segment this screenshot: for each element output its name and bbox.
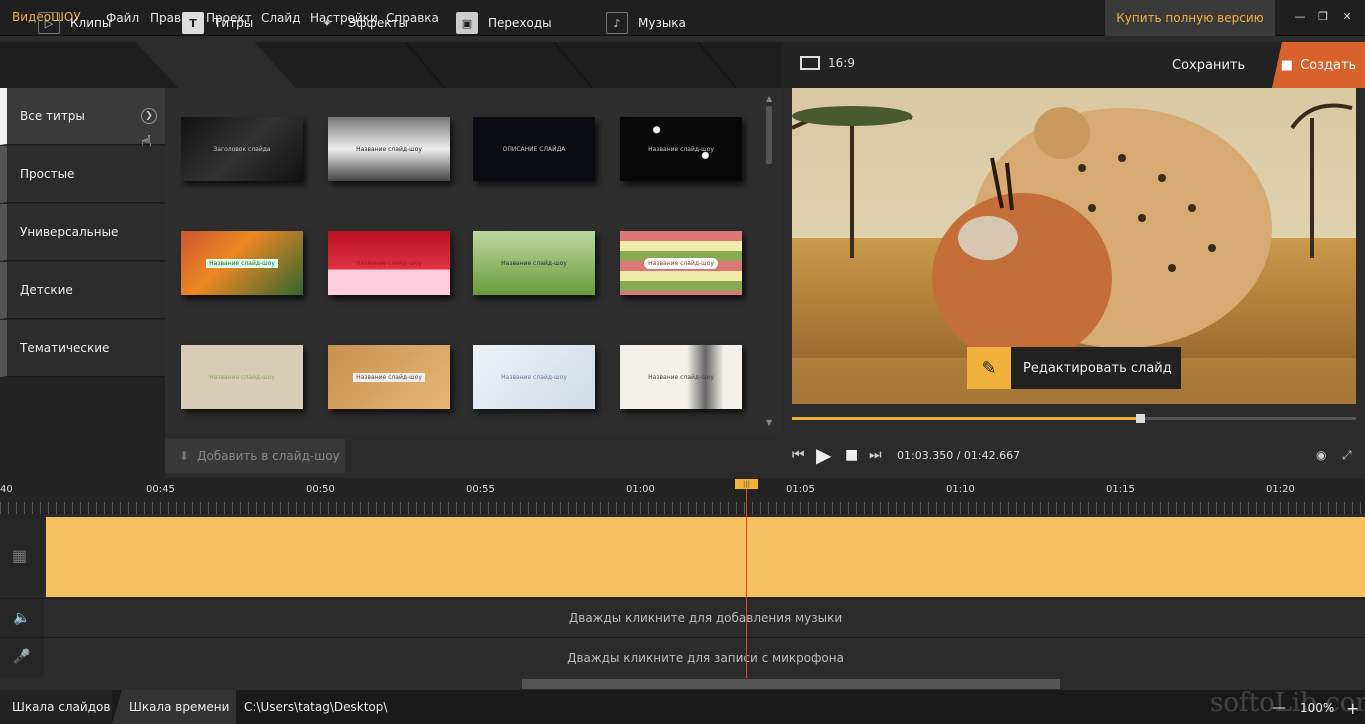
ruler-tick-label: 00:45 (146, 484, 175, 495)
tab-slide-track[interactable]: Шкала слайдов (0, 690, 112, 724)
ruler-tick-label: 01:00 (626, 484, 655, 495)
category-universal[interactable]: Универсальные (0, 204, 165, 261)
close-icon[interactable]: ✕ (1340, 10, 1354, 24)
video-track[interactable] (46, 517, 1365, 597)
ruler-tick-label: 01:10 (946, 484, 975, 495)
title-thumbnail[interactable]: Название слайд-шоу (181, 231, 303, 295)
menu-slide[interactable]: Слайд (261, 11, 301, 25)
microphone-icon: 🎤 (13, 649, 31, 665)
title-thumbnail[interactable]: Заголовок слайда (181, 117, 303, 181)
scroll-up-icon[interactable]: ▲ (766, 94, 772, 103)
camera-icon: ■ (1280, 57, 1294, 73)
category-kids[interactable]: Детские (0, 262, 165, 319)
tab-titles[interactable]: T Титры (182, 0, 253, 46)
fullscreen-icon[interactable]: ⤢ (1342, 448, 1352, 463)
next-icon[interactable]: ⏭ (869, 447, 882, 463)
previous-icon[interactable]: ⏮ (792, 447, 805, 463)
title-thumbnail[interactable]: ОПИСАНИЕ СЛАЙДА (473, 117, 595, 181)
gallery-scrollbar[interactable] (766, 106, 772, 164)
tab-effects[interactable]: ✦ Эффекты (316, 0, 408, 46)
ruler-tick-label: 00:55 (466, 484, 495, 495)
tab-music[interactable]: ♪ Музыка (606, 0, 686, 46)
mic-track-hint[interactable]: Дважды кликните для записи с микрофона (46, 651, 1365, 665)
play-icon[interactable]: ▶ (816, 443, 831, 467)
save-button[interactable]: Сохранить (1172, 42, 1245, 88)
title-thumbnail[interactable]: Название слайд-шоу (181, 345, 303, 409)
play-icon: ▷ (38, 12, 60, 34)
zoom-in-icon[interactable]: + (1346, 699, 1359, 718)
library-tabs (0, 42, 782, 88)
title-thumbnail[interactable]: Название слайд-шоу (473, 231, 595, 295)
buy-full-version-button[interactable]: Купить полную версию (1105, 0, 1275, 36)
title-thumbnail[interactable]: Название слайд-шоу (328, 231, 450, 295)
title-thumbnail[interactable]: Название слайд-шоу (473, 345, 595, 409)
project-path: C:\Users\tatag\Desktop\ (244, 700, 388, 714)
playback-progress-knob[interactable] (1136, 414, 1145, 423)
arrow-down-icon: ⬇ (179, 449, 190, 463)
pencil-icon: ✎ (967, 347, 1011, 389)
chevron-right-icon[interactable]: ❯ (141, 108, 157, 124)
aspect-ratio-selector[interactable]: 16:9 (800, 56, 855, 70)
category-all-titles[interactable]: Все титры ❯ ☝ (0, 88, 165, 153)
timecode: 01:03.350 / 01:42.667 (897, 449, 1021, 462)
tab-transitions[interactable]: ▣ Переходы (456, 0, 552, 46)
ruler-tick-label: 00:50 (306, 484, 335, 495)
stop-icon[interactable]: ■ (845, 447, 858, 463)
title-thumbnail[interactable]: Название слайд-шоу (328, 345, 450, 409)
music-track-hint[interactable]: Дважды кликните для добавления музыки (46, 611, 1365, 625)
track-divider (0, 598, 1365, 599)
playhead-line (746, 486, 747, 678)
create-button[interactable]: ■ Создать (1272, 42, 1365, 88)
text-icon: T (182, 12, 204, 34)
music-note-icon: ♪ (606, 12, 628, 34)
magic-wand-icon: ✦ (322, 16, 332, 30)
title-thumbnail[interactable]: Название слайд-шоу (620, 345, 742, 409)
title-thumbnail[interactable]: Название слайд-шоу (328, 117, 450, 181)
tab-clips[interactable]: ▷ Клипы (38, 0, 111, 46)
zoom-out-icon[interactable]: — (1272, 700, 1286, 716)
ruler-tick-label: 01:20 (1266, 484, 1295, 495)
add-to-slideshow-button[interactable]: ⬇ Добавить в слайд-шоу (165, 439, 345, 473)
track-divider (0, 637, 1365, 638)
ruler-tick-label: 40 (0, 484, 13, 495)
speaker-icon: 🔈 (13, 610, 31, 626)
scroll-down-icon[interactable]: ▼ (766, 418, 772, 427)
film-icon: ▦ (12, 546, 28, 565)
zoom-level: 100% (1300, 701, 1335, 715)
title-thumbnail[interactable]: Название слайд-шоу (620, 117, 742, 181)
clapper-icon: ▣ (456, 12, 478, 34)
tab-timeline[interactable]: Шкала времени (112, 690, 236, 724)
ruler-ticks (0, 502, 1365, 514)
category-simple[interactable]: Простые (0, 146, 165, 203)
minimize-icon[interactable]: — (1293, 10, 1307, 24)
ruler-tick-label: 01:05 (786, 484, 815, 495)
ruler-tick-label: 01:15 (1106, 484, 1135, 495)
title-thumbnail[interactable]: Название слайд-шоу (620, 231, 742, 295)
playback-progress-fill (792, 417, 1140, 420)
playhead-handle[interactable]: ||| (735, 479, 758, 489)
maximize-icon[interactable]: ❐ (1316, 10, 1330, 24)
edit-slide-button[interactable]: ✎ Редактировать слайд (967, 347, 1181, 389)
timeline-scrollbar[interactable] (522, 679, 1060, 689)
snapshot-icon[interactable]: ◉ (1316, 448, 1326, 462)
category-thematic[interactable]: Тематические (0, 320, 165, 377)
watermark: softoLib.com (1210, 688, 1365, 718)
monitor-icon (800, 56, 820, 70)
